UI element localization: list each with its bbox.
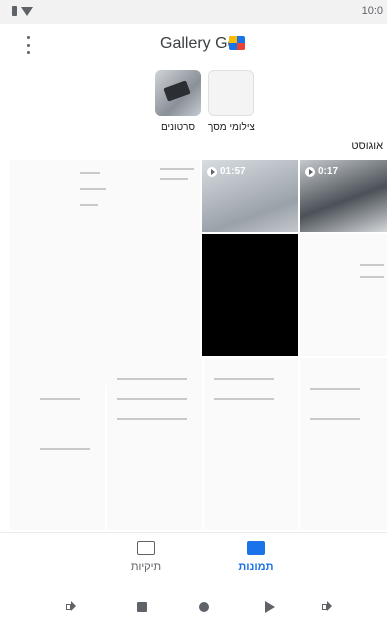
media-tile[interactable]: 01:57 [202, 160, 298, 232]
recents-icon[interactable] [135, 600, 149, 614]
wifi-icon [21, 6, 33, 16]
folder-thumbnail [208, 70, 254, 116]
play-icon [207, 166, 217, 177]
bottom-navigation: תיקיות תמונות [0, 532, 387, 594]
system-navigation-bar [0, 594, 387, 621]
volume-up-icon[interactable] [322, 600, 336, 614]
video-duration: 01:57 [220, 166, 246, 177]
video-duration: 0:17 [318, 166, 339, 177]
media-tile[interactable] [10, 160, 200, 385]
folder-thumbnail [155, 70, 201, 116]
status-icons [12, 6, 33, 16]
media-grid: 01:57 0:17 [10, 160, 387, 530]
gallery-go-logo-icon [229, 36, 245, 50]
volume-down-icon[interactable] [66, 600, 80, 614]
tab-folders-label: תיקיות [130, 561, 162, 573]
status-clock: 10:0 [361, 5, 383, 17]
media-tile[interactable] [300, 234, 387, 356]
play-icon [305, 166, 315, 177]
tab-photos[interactable]: תמונות [226, 541, 286, 573]
media-tile[interactable] [204, 358, 298, 530]
folder-label: סרטונים [160, 122, 196, 133]
home-icon[interactable] [197, 600, 211, 614]
folder-row: סרטונים צילומי מסך [0, 70, 387, 140]
month-header: אוגוסט [351, 140, 383, 152]
status-bar: 10:0 [0, 0, 387, 24]
media-tile[interactable] [300, 358, 387, 530]
tab-folders[interactable]: תיקיות [116, 541, 176, 573]
back-icon[interactable] [262, 600, 276, 614]
battery-icon [12, 6, 17, 16]
app-title: Gallery Go [160, 35, 237, 52]
app-bar: Gallery Go [0, 24, 387, 66]
media-tile[interactable]: 0:17 [300, 160, 387, 232]
media-tile[interactable] [107, 358, 202, 530]
media-tile[interactable] [202, 234, 298, 356]
folder-screenshots[interactable]: צילומי מסך [208, 70, 255, 133]
more-vert-icon[interactable] [22, 36, 34, 54]
folder-label: צילומי מסך [208, 122, 255, 133]
media-tile[interactable] [10, 358, 105, 530]
folder-videos[interactable]: סרטונים [155, 70, 201, 133]
folder-icon [137, 541, 155, 555]
video-duration-badge: 0:17 [305, 166, 338, 177]
photo-icon [247, 541, 265, 555]
tab-photos-label: תמונות [238, 561, 274, 573]
video-duration-badge: 01:57 [207, 166, 246, 177]
